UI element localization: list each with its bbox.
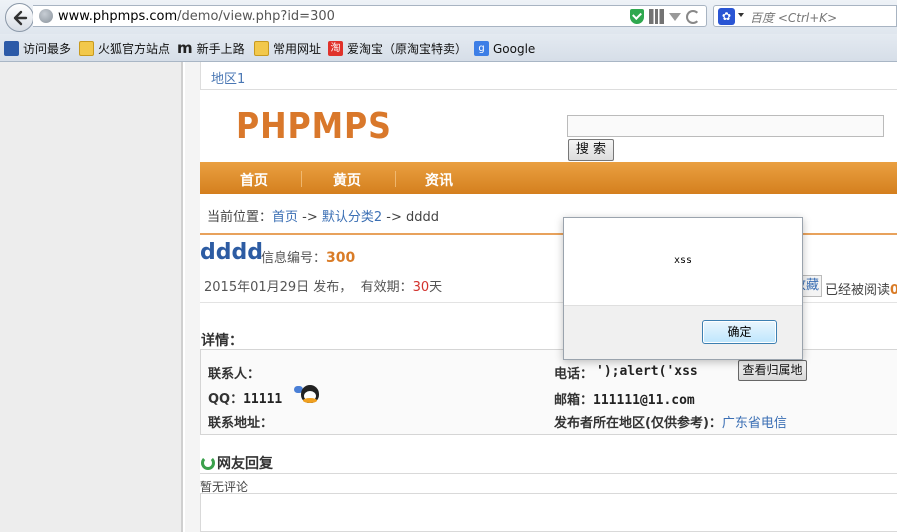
bookmark-label: 火狐官方站点 [98,42,171,56]
url-text: www.phpmps.com/demo/view.php?id=300 [58,9,335,24]
google-icon: g [474,41,489,56]
bookmark-label: 爱淘宝（原淘宝特卖） [347,42,468,56]
m-icon: m [177,39,193,57]
arrow-left-icon [13,10,28,26]
bookmark-label: Google [493,41,536,56]
replies-title: 网友回复 [217,456,273,472]
back-button[interactable] [5,3,34,32]
nav-item-news[interactable]: 资讯 [425,170,453,190]
post-id: 信息编号：300 [261,250,356,266]
bookmark-google[interactable]: g Google [474,40,535,57]
bookmark-most-visited[interactable]: 访问最多 [4,40,71,57]
breadcrumb-separator: -> [298,210,322,225]
globe-icon [39,9,53,23]
bookmark-common-sites[interactable]: 常用网址 [254,40,321,57]
browser-search-field[interactable]: ✿ 百度 <Ctrl+K> [713,5,897,27]
breadcrumb: 当前位置：首页 -> 默认分类2 -> dddd [207,206,439,225]
bookmark-label: 新手上路 [196,42,245,56]
qq-label: QQ：11111 [208,392,283,407]
reload-icon[interactable] [686,9,700,24]
shield-icon[interactable] [630,9,644,24]
nav-separator [301,171,302,187]
breadcrumb-category[interactable]: 默认分类2 [322,210,382,225]
page-gutter [0,62,183,532]
post-title: dddd [200,240,263,265]
bookmark-getting-started[interactable]: m 新手上路 [177,40,245,57]
nav-item-yellow-pages[interactable]: 黄页 [333,170,361,190]
lookup-location-button[interactable]: 查看归属地 [738,360,807,381]
phone-value: ');alert('xss [596,364,698,379]
replies-divider [200,473,897,474]
qq-value: 11111 [243,392,283,407]
bookmark-taobao[interactable]: 淘 爱淘宝（原淘宝特卖） [328,40,467,57]
email-value: 111111@11.com [593,393,695,408]
email-label: 邮箱：111111@11.com [554,393,695,408]
site-logo[interactable]: PHPMPS [236,106,392,147]
valid-days: 30 [412,280,430,295]
details-heading: 详情： [201,333,243,349]
bookmark-label: 常用网址 [273,42,322,56]
folder-icon [79,41,94,56]
replies-heading: 网友回复 [201,453,273,473]
region-bar: 地区1 [200,62,897,90]
poster-region-link[interactable]: 广东省电信 [722,416,787,431]
nav-item-home[interactable]: 首页 [240,170,268,190]
qq-contact[interactable] [294,385,319,404]
paw-icon[interactable]: ✿ [718,8,735,25]
breadcrumb-current: dddd [406,210,440,225]
nav-separator [395,171,396,187]
post-date: 2015年01月29日 发布， [204,280,353,295]
bookmark-label: 访问最多 [23,42,72,56]
refresh-icon [201,456,215,470]
chevron-down-icon[interactable] [738,13,744,17]
valid-unit: 天 [429,280,443,295]
site-search-button[interactable]: 搜 索 [568,139,614,161]
breadcrumb-prefix: 当前位置： [207,210,273,225]
alert-message: xss [673,255,693,266]
region-link[interactable]: 地区1 [211,68,245,87]
search-placeholder: 百度 <Ctrl+K> [750,11,838,25]
poster-region: 发布者所在地区(仅供参考)：广东省电信 [554,416,787,431]
qr-code-icon[interactable] [649,9,664,24]
browser-toolbar: www.phpmps.com/demo/view.php?id=300 ✿ 百度… [0,0,897,34]
valid-label: 有效期： [360,280,413,295]
main-nav: 首页 黄页 资讯 [200,162,897,194]
alert-footer: 确定 [564,305,802,359]
contact-label: 联系人： [208,367,261,382]
address-bar[interactable]: www.phpmps.com/demo/view.php?id=300 [33,5,707,27]
breadcrumb-separator: -> [382,210,407,225]
read-count: 已经被阅读0次 [825,283,897,298]
breadcrumb-home[interactable]: 首页 [272,210,298,225]
dropdown-arrow-icon[interactable] [669,12,681,21]
url-actions [630,9,700,24]
site-search-input[interactable] [567,115,884,137]
search-icon [4,41,19,56]
bookmark-firefox-site[interactable]: 火狐官方站点 [79,40,170,57]
post-meta: 2015年01月29日 发布， 有效期：30天 [204,276,442,295]
taobao-icon: 淘 [328,41,343,56]
alert-dialog: xss 确定 [563,217,803,360]
page-gutter-strip [185,62,200,532]
phone-label: 电话： [554,367,594,382]
qq-penguin-icon [301,385,319,403]
folder-icon [254,41,269,56]
bookmarks-toolbar: 访问最多 火狐官方站点 m 新手上路 常用网址 淘 爱淘宝（原淘宝特卖） g G… [0,34,897,62]
comment-textarea[interactable] [200,493,897,532]
ok-button[interactable]: 确定 [702,320,777,344]
address-label: 联系地址： [208,416,274,431]
